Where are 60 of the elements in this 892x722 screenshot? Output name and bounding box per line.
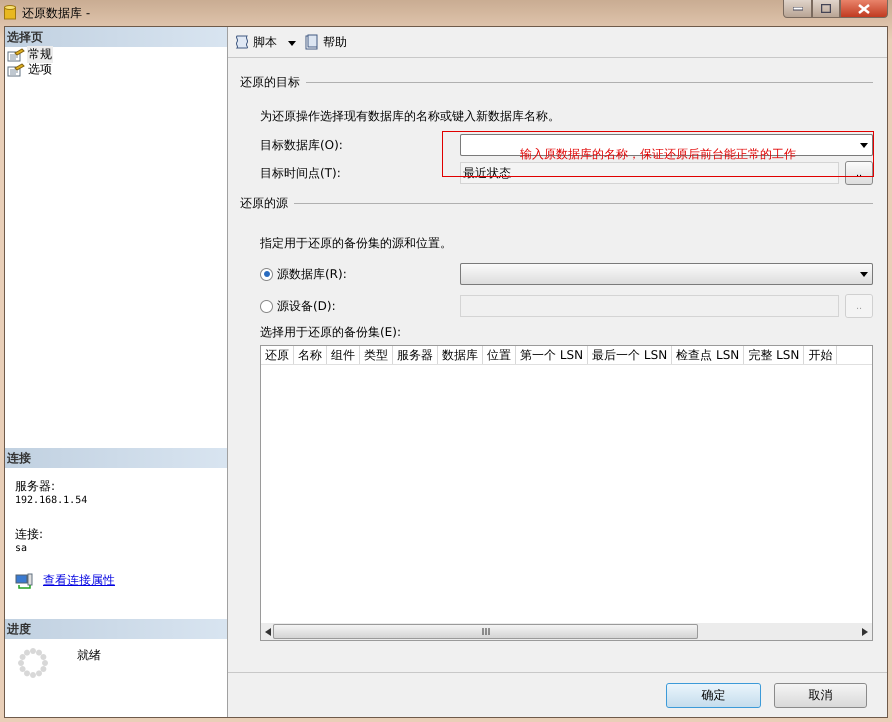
scroll-icon [234,34,250,50]
option-label: 源设备(D): [277,298,336,314]
column-header[interactable]: 第一个 LSN [516,346,588,364]
maximize-button[interactable] [812,0,840,18]
grip-icon [482,628,490,635]
caret-icon [860,142,868,148]
column-header[interactable]: 完整 LSN [744,346,804,364]
window-title: 还原数据库 - [22,4,90,22]
column-header[interactable]: 位置 [483,346,516,364]
minimize-icon [792,6,802,10]
page-item[interactable]: 常规 [27,46,53,63]
instruction-text: 为还原操作选择现有数据库的名称或键入新数据库名称。 [260,108,561,125]
computer-icon [15,572,33,588]
caret-icon [288,41,296,46]
help-book-icon [304,34,320,50]
source-device-field[interactable] [460,295,839,317]
database-icon [4,5,16,21]
column-header[interactable]: 组件 [327,346,360,364]
column-header[interactable]: 服务器 [393,346,438,364]
radio-button[interactable] [260,268,273,280]
scroll-right-icon[interactable] [862,628,868,636]
section-header: 选择页 [5,27,227,47]
spinner-icon [17,647,49,679]
column-header[interactable]: 最后一个 LSN [588,346,672,364]
column-header[interactable]: 还原 [261,346,294,364]
close-icon [858,4,870,14]
browse-button[interactable]: .. [845,161,873,185]
section-header: 连接 [5,448,227,468]
radio-button[interactable] [260,300,273,312]
column-header[interactable]: 检查点 LSN [672,346,744,364]
script-button[interactable]: 脚本 [234,34,296,50]
connection-label: 连接: [15,526,44,543]
help-button[interactable]: 帮助 [304,34,347,50]
user-value: sa [15,543,28,554]
server-label: 服务器: [15,478,56,495]
progress-status: 就绪 [77,647,101,664]
server-value: 192.168.1.54 [15,495,88,506]
horizontal-scrollbar[interactable] [261,623,872,640]
section-title: 还原的目标 [240,74,300,90]
section-header: 进度 [5,619,227,639]
cancel-button[interactable]: 取消 [774,682,867,708]
section-title: 还原的源 [240,194,288,212]
caret-icon [860,272,868,276]
source-database-dropdown[interactable] [460,263,873,285]
close-button[interactable] [840,0,888,18]
column-header[interactable]: 名称 [294,346,327,364]
backup-sets-label: 选择用于还原的备份集(E): [259,324,402,341]
field-label: 目标数据库(O): [260,136,344,154]
field-label: 目标时间点(T): [260,164,342,182]
maximize-icon [821,4,831,13]
ok-button[interactable]: 确定 [666,682,761,708]
option-label: 源数据库(R): [277,266,347,282]
minimize-button[interactable] [783,0,812,18]
column-header[interactable]: 类型 [360,346,393,364]
connection-properties-link[interactable]: 查看连接属性 [43,572,115,589]
instruction-text: 指定用于还原的备份集的源和位置。 [260,235,453,252]
page-item[interactable]: 选项 [27,61,53,78]
scroll-left-icon[interactable] [265,628,271,636]
column-header[interactable]: 开始 [804,346,838,364]
column-header[interactable]: 数据库 [438,346,483,364]
